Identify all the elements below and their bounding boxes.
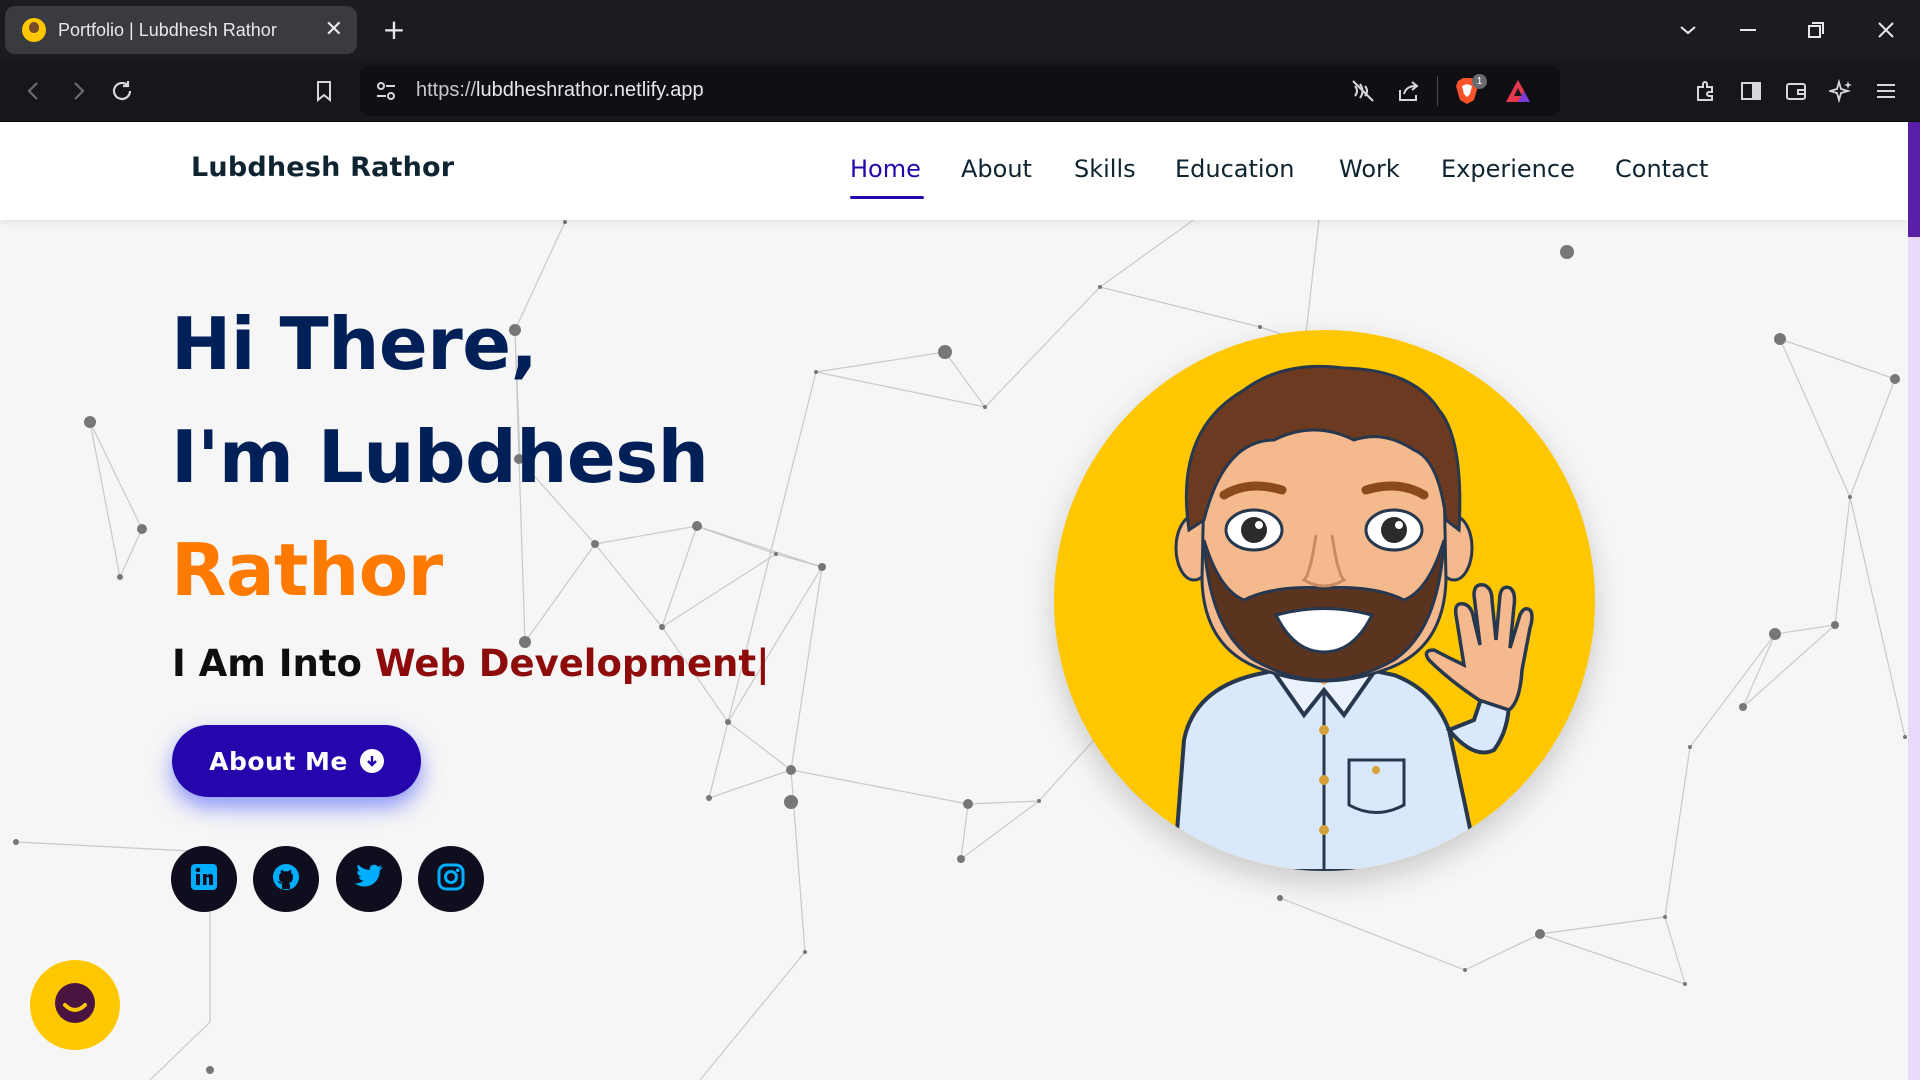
hero-heading-line2: I'm Lubdhesh — [171, 415, 709, 499]
page-scrollbar[interactable] — [1908, 122, 1920, 1080]
twitter-icon — [353, 863, 385, 895]
nav-active-underline — [850, 196, 924, 199]
chat-widget-button[interactable] — [30, 960, 120, 1050]
typed-prefix: I Am Into — [172, 642, 375, 685]
url-text[interactable]: https://lubdheshrathor.netlify.app — [416, 79, 704, 102]
nav-contact[interactable]: Contact — [1615, 155, 1708, 183]
reload-button[interactable] — [104, 73, 140, 109]
nav-skills[interactable]: Skills — [1074, 155, 1136, 183]
site-favicon-icon — [22, 18, 46, 42]
minimize-button[interactable] — [1728, 12, 1768, 48]
arrow-down-circle-icon — [359, 749, 384, 773]
share-icon[interactable] — [1396, 78, 1422, 108]
nav-work[interactable]: Work — [1339, 155, 1400, 183]
new-tab-button[interactable]: + — [378, 14, 410, 46]
sidebar-toggle-icon[interactable] — [1733, 73, 1769, 109]
profile-avatar — [1054, 330, 1595, 871]
tab-search-chevron-icon[interactable] — [1668, 12, 1708, 48]
nav-experience[interactable]: Experience — [1441, 155, 1575, 183]
url-protocol: https:// — [416, 79, 477, 101]
typed-role: Web Development| — [374, 642, 770, 685]
brave-shields-icon[interactable]: 1 — [1452, 74, 1487, 110]
wallet-icon[interactable] — [1778, 73, 1814, 109]
about-me-label: About Me — [209, 746, 348, 776]
hero-heading-line1: Hi There, — [171, 302, 538, 386]
linkedin-icon — [190, 863, 218, 895]
github-icon — [271, 862, 301, 896]
site-settings-icon[interactable] — [374, 79, 398, 107]
url-host: lubdheshrathor.netlify.app — [476, 79, 704, 101]
site-brand[interactable]: Lubdhesh Rathor — [191, 152, 454, 183]
browser-tab-bar: Portfolio | Lubdhesh Rathor ✕ + — [0, 0, 1920, 60]
menu-icon[interactable] — [1868, 73, 1904, 109]
tab-close-icon[interactable]: ✕ — [325, 19, 343, 41]
address-bar-divider — [1437, 76, 1438, 106]
bookmark-icon[interactable] — [306, 73, 342, 109]
address-bar[interactable]: https://lubdheshrathor.netlify.app 1 — [360, 66, 1560, 116]
brave-rewards-icon[interactable] — [1504, 78, 1532, 108]
restore-button[interactable] — [1796, 12, 1836, 48]
forward-button[interactable] — [60, 73, 96, 109]
hero-heading-name: Rathor — [171, 528, 443, 612]
leo-ai-icon[interactable] — [1823, 73, 1859, 109]
instagram-button[interactable] — [418, 846, 484, 912]
scrollbar-thumb[interactable] — [1908, 122, 1920, 237]
browser-tab[interactable]: Portfolio | Lubdhesh Rathor ✕ — [5, 6, 357, 54]
shields-badge: 1 — [1472, 74, 1487, 89]
nav-home[interactable]: Home — [850, 155, 921, 183]
nav-about[interactable]: About — [961, 155, 1032, 183]
bitmoji-avatar-illustration — [1171, 364, 1534, 871]
typed-role-text: I Am Into Web Development| — [172, 642, 770, 685]
github-button[interactable] — [253, 846, 319, 912]
twitter-button[interactable] — [336, 846, 402, 912]
instagram-icon — [437, 863, 465, 895]
close-window-button[interactable] — [1866, 12, 1906, 48]
web-page: Lubdhesh Rathor Home About Skills Educat… — [0, 122, 1920, 1080]
tab-title: Portfolio | Lubdhesh Rathor — [58, 19, 277, 40]
site-navbar: Lubdhesh Rathor Home About Skills Educat… — [0, 122, 1908, 220]
reader-mode-off-icon[interactable] — [1350, 78, 1376, 108]
nav-education[interactable]: Education — [1175, 155, 1294, 183]
extensions-icon[interactable] — [1688, 73, 1724, 109]
chat-bubble-icon — [53, 981, 97, 1029]
linkedin-button[interactable] — [171, 846, 237, 912]
back-button[interactable] — [16, 73, 52, 109]
browser-toolbar: https://lubdheshrathor.netlify.app 1 — [0, 60, 1920, 122]
about-me-button[interactable]: About Me — [172, 725, 421, 797]
